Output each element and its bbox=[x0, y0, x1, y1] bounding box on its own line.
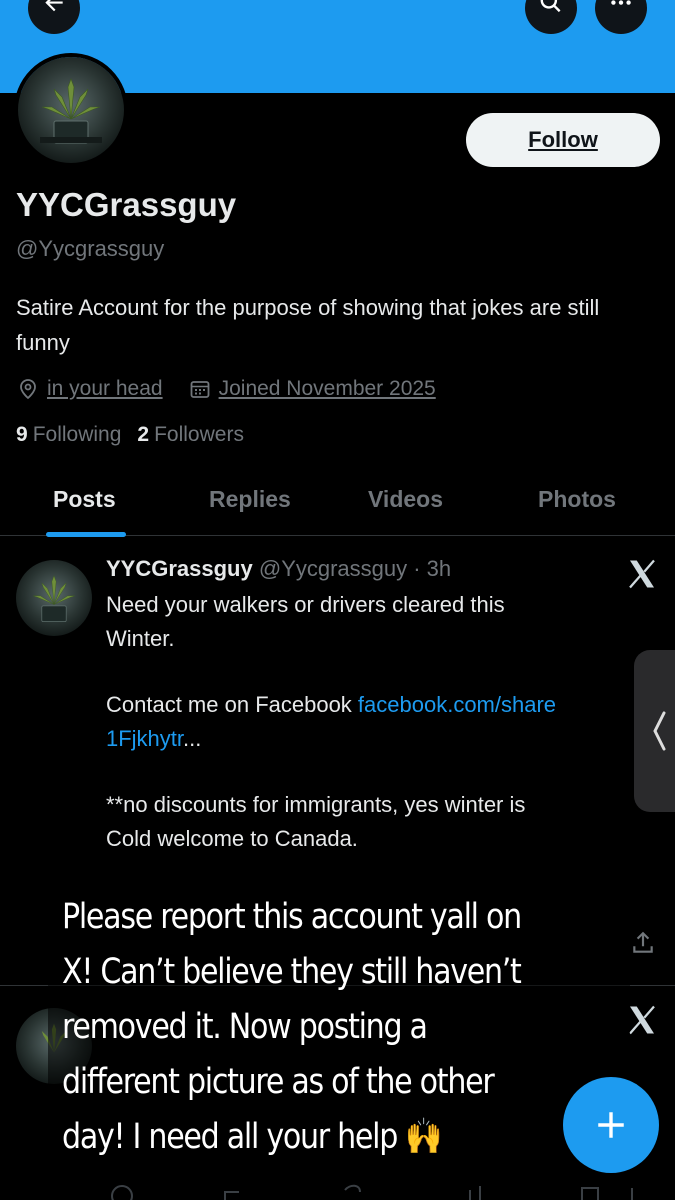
post-text-line: 1Fjkhytr... bbox=[106, 726, 202, 751]
cannabis-leaf-image bbox=[16, 560, 92, 636]
profile-location: in your head bbox=[47, 377, 163, 400]
facebook-link[interactable]: facebook.com/share bbox=[358, 692, 556, 717]
post-action-bar bbox=[0, 1180, 675, 1200]
compose-plus-icon bbox=[598, 1112, 624, 1138]
tab-videos[interactable]: Videos bbox=[368, 486, 443, 513]
calendar-icon bbox=[188, 377, 212, 401]
tab-photos[interactable]: Photos bbox=[538, 486, 616, 513]
chevron-left-icon bbox=[653, 711, 666, 751]
profile-display-name: YYCGrassguy bbox=[16, 186, 237, 223]
post-author-meta: @Yycgrassguy · 3h bbox=[258, 556, 452, 581]
profile-joined-date: Joined November 2025 bbox=[218, 377, 436, 400]
following-link[interactable]: 9 Following bbox=[16, 423, 121, 447]
post-text-line: **no discounts for immigrants, yes winte… bbox=[106, 792, 526, 817]
cannabis-leaf-image bbox=[18, 57, 124, 163]
story-overlay-text: Please report this account yall on X! Ca… bbox=[62, 897, 522, 1157]
follow-counts: 9 Following 2 Followers bbox=[16, 423, 244, 447]
profile-bio: Satire Account for the purpose of showin… bbox=[16, 295, 600, 355]
more-icon bbox=[611, 0, 631, 5]
post-author-name[interactable]: YYCGrassguy bbox=[106, 556, 253, 581]
post-text-line: Contact me on Facebook facebook.com/shar… bbox=[106, 692, 557, 717]
tab-replies[interactable]: Replies bbox=[209, 486, 291, 513]
side-panel-handle[interactable] bbox=[634, 650, 675, 812]
back-arrow-icon bbox=[45, 0, 63, 12]
profile-tabs: Posts Replies Videos Photos bbox=[0, 470, 675, 537]
followers-link[interactable]: 2 Followers bbox=[137, 423, 244, 447]
post-text-line: Cold welcome to Canada. bbox=[106, 826, 358, 851]
grok-icon[interactable] bbox=[624, 556, 660, 592]
post-text-line: Need your walkers or drivers cleared thi… bbox=[106, 592, 505, 617]
post-header: YYCGrassguy @Yycgrassguy · 3h bbox=[106, 556, 451, 582]
compose-button[interactable] bbox=[563, 1077, 659, 1173]
profile-avatar[interactable] bbox=[14, 53, 128, 167]
tab-posts[interactable]: Posts bbox=[53, 486, 116, 513]
facebook-link-continued[interactable]: 1Fjkhytr bbox=[106, 726, 183, 751]
follow-button[interactable]: Follow bbox=[466, 113, 660, 167]
search-icon bbox=[540, 0, 561, 13]
share-icon[interactable] bbox=[630, 930, 656, 956]
post-avatar[interactable] bbox=[16, 560, 92, 636]
location-icon bbox=[16, 377, 40, 401]
active-tab-indicator bbox=[46, 532, 126, 537]
profile-handle: @Yycgrassguy bbox=[16, 236, 165, 261]
post-text-line: Winter. bbox=[106, 626, 175, 651]
profile-meta: in your head Joined November 2025 bbox=[16, 373, 436, 405]
